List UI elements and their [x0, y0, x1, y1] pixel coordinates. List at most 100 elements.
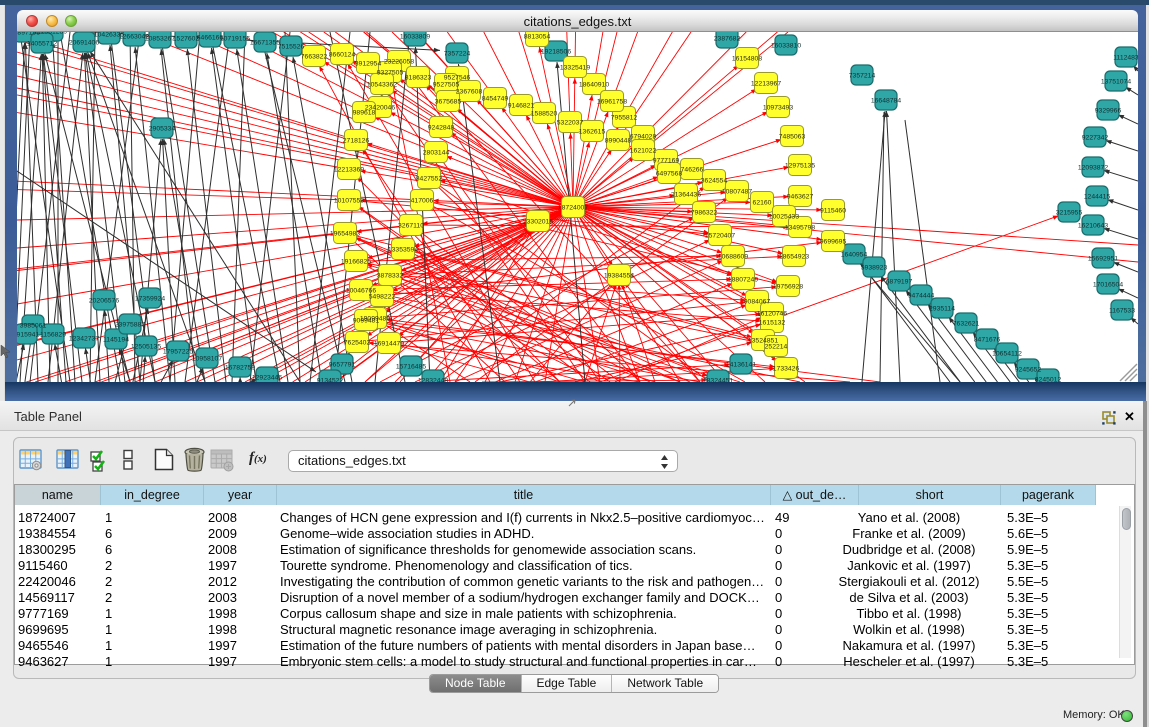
svg-text:8454749: 8454749	[482, 96, 509, 103]
svg-text:1640954: 1640954	[841, 252, 868, 259]
svg-text:8245012: 8245012	[1035, 377, 1062, 383]
svg-text:10025433: 10025433	[769, 214, 799, 221]
svg-text:16210643: 16210643	[1078, 223, 1108, 230]
svg-text:9227342: 9227342	[1082, 135, 1109, 142]
svg-text:1527602: 1527602	[173, 36, 200, 43]
svg-text:7515526: 7515526	[278, 44, 305, 51]
svg-text:5938923: 5938923	[861, 265, 888, 272]
svg-text:6497568: 6497568	[656, 171, 683, 178]
svg-text:23302015: 23302015	[523, 219, 553, 226]
svg-text:10958107: 10958107	[192, 356, 222, 363]
svg-text:10853267: 10853267	[145, 36, 175, 43]
svg-text:17359924: 17359924	[135, 296, 165, 303]
svg-text:16782759: 16782759	[225, 365, 255, 372]
svg-text:10719155: 10719155	[220, 36, 250, 43]
svg-text:20691406: 20691406	[69, 40, 99, 47]
svg-text:1362615: 1362615	[579, 129, 606, 136]
svg-text:8990448: 8990448	[605, 138, 632, 145]
svg-text:2905334: 2905334	[149, 126, 176, 133]
svg-text:10688609: 10688609	[718, 254, 748, 261]
svg-text:9777169: 9777169	[653, 158, 680, 165]
svg-text:9115460: 9115460	[820, 208, 846, 215]
svg-text:8427552: 8427552	[416, 176, 443, 183]
svg-text:19384554: 19384554	[604, 273, 634, 280]
svg-text:21364436: 21364436	[671, 192, 701, 199]
svg-text:1621022: 1621022	[630, 148, 657, 155]
svg-text:16914479: 16914479	[374, 341, 404, 348]
svg-text:10543362: 10543362	[367, 82, 397, 89]
svg-text:16648784: 16648784	[871, 98, 901, 105]
svg-text:7986322: 7986322	[691, 210, 718, 217]
svg-text:3985061: 3985061	[20, 323, 47, 330]
svg-text:7663822: 7663822	[301, 54, 328, 61]
svg-text:3215955: 3215955	[1056, 210, 1083, 217]
svg-text:19756928: 19756928	[773, 284, 803, 291]
svg-text:5498222: 5498222	[369, 294, 396, 301]
svg-text:3675685: 3675685	[435, 99, 462, 106]
svg-text:21581289: 21581289	[37, 32, 67, 36]
svg-text:8471676: 8471676	[974, 337, 1001, 344]
svg-text:1615132: 1615132	[759, 320, 786, 327]
svg-text:7357224: 7357224	[444, 51, 471, 58]
svg-text:12975135: 12975135	[785, 163, 815, 170]
svg-text:417006: 417006	[411, 198, 434, 205]
svg-text:18324451: 18324451	[703, 378, 733, 383]
svg-text:17016504: 17016504	[1093, 282, 1123, 289]
svg-text:9084067: 9084067	[744, 299, 771, 306]
svg-text:7632621: 7632621	[953, 321, 980, 328]
svg-text:1733426: 1733426	[773, 366, 800, 373]
svg-text:12923446: 12923446	[252, 375, 282, 382]
svg-text:14136141: 14136141	[726, 362, 756, 369]
svg-text:9474444: 9474444	[908, 293, 935, 300]
svg-text:2718126: 2718126	[343, 138, 370, 145]
svg-text:9527546: 9527546	[444, 75, 471, 82]
svg-text:18807249: 18807249	[728, 277, 758, 284]
svg-text:1145194: 1145194	[103, 337, 129, 344]
svg-text:19218506: 19218506	[541, 49, 571, 56]
svg-text:12213967: 12213967	[751, 81, 781, 88]
svg-text:15720407: 15720407	[705, 233, 735, 240]
svg-text:12213369: 12213369	[334, 167, 364, 174]
svg-text:1167533: 1167533	[1109, 308, 1135, 315]
svg-text:8660124: 8660124	[329, 52, 356, 59]
svg-text:18724007: 18724007	[558, 205, 588, 212]
svg-text:12505135: 12505135	[131, 344, 161, 351]
svg-text:19166825: 19166825	[341, 259, 371, 266]
svg-text:9463627: 9463627	[787, 194, 814, 201]
svg-text:9099481: 9099481	[353, 318, 380, 325]
svg-text:1112483: 1112483	[1113, 55, 1138, 62]
svg-text:10654112: 10654112	[992, 351, 1022, 358]
svg-text:2367608: 2367608	[456, 89, 483, 96]
svg-text:8186323: 8186323	[405, 75, 432, 82]
svg-text:9329966: 9329966	[1095, 108, 1122, 115]
svg-text:9527505: 9527505	[433, 82, 460, 89]
svg-text:7955812: 7955812	[611, 115, 638, 122]
svg-text:10973493: 10973493	[763, 105, 793, 112]
svg-text:62160: 62160	[753, 200, 772, 207]
svg-text:9242848: 9242848	[428, 125, 455, 132]
svg-text:9699695: 9699695	[820, 239, 847, 246]
svg-text:7485063: 7485063	[779, 134, 806, 141]
svg-text:16120746: 16120746	[757, 311, 787, 318]
svg-text:8813054: 8813054	[524, 34, 551, 41]
svg-text:15716485: 15716485	[396, 364, 426, 371]
svg-text:16154808: 16154808	[732, 56, 762, 63]
svg-text:16033809: 16033809	[400, 34, 430, 41]
svg-text:10807487: 10807487	[722, 189, 752, 196]
svg-text:3624554: 3624554	[701, 178, 728, 185]
svg-text:23975887: 23975887	[115, 322, 145, 329]
svg-text:9146821: 9146821	[508, 103, 535, 110]
svg-text:3912954: 3912954	[355, 61, 382, 68]
svg-text:13751074: 13751074	[1101, 79, 1131, 86]
svg-text:6879197: 6879197	[886, 279, 913, 286]
svg-text:6794028: 6794028	[630, 134, 657, 141]
svg-text:5322037: 5322037	[557, 120, 584, 127]
svg-text:2935114: 2935114	[929, 306, 955, 313]
svg-text:3915941: 3915941	[17, 332, 39, 339]
svg-text:9327505: 9327505	[377, 70, 404, 77]
svg-text:9134522: 9134522	[317, 378, 344, 383]
svg-text:1244415: 1244415	[1084, 194, 1111, 201]
svg-text:7625402: 7625402	[344, 340, 371, 347]
svg-text:13325419: 13325419	[560, 65, 590, 72]
svg-text:16961758: 16961758	[597, 99, 627, 106]
